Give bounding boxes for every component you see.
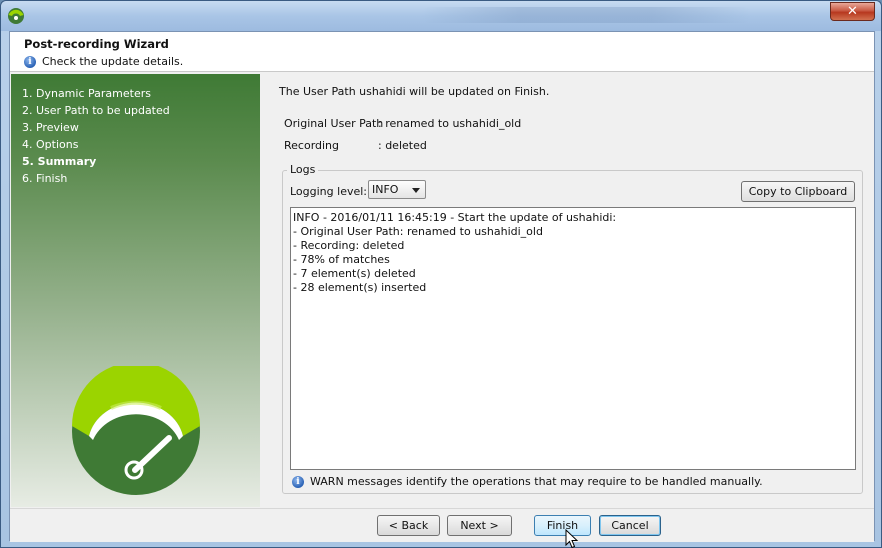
log-line: - 28 element(s) inserted	[293, 281, 427, 294]
header-subtitle: i Check the update details.	[24, 55, 183, 68]
cancel-button[interactable]: Cancel	[599, 515, 661, 536]
log-line: - 78% of matches	[293, 253, 390, 266]
step-dynamic-parameters: 1. Dynamic Parameters	[22, 87, 151, 100]
title-bar-blur	[421, 7, 751, 23]
log-line: - 7 element(s) deleted	[293, 267, 416, 280]
detail-original-user-path: Original User Path : renamed to ushahidi…	[284, 117, 521, 130]
back-button[interactable]: < Back	[377, 515, 440, 536]
detail-key: Original User Path	[284, 117, 384, 130]
log-line: INFO - 2016/01/11 16:45:19 - Start the u…	[293, 211, 617, 224]
summary-intro: The User Path ushahidi will be updated o…	[279, 85, 550, 98]
detail-recording: Recording : deleted	[284, 139, 427, 152]
next-button[interactable]: Next >	[447, 515, 512, 536]
detail-value: : deleted	[378, 139, 427, 152]
page-title: Post-recording Wizard	[24, 37, 169, 51]
close-icon: ✕	[847, 4, 858, 19]
mouse-pointer-icon	[565, 529, 579, 548]
log-line: - Recording: deleted	[293, 239, 405, 252]
logs-legend: Logs	[287, 163, 319, 176]
subtitle-text: Check the update details.	[42, 55, 184, 68]
wizard-header: Post-recording Wizard i Check the update…	[10, 32, 874, 72]
step-finish: 6. Finish	[22, 172, 68, 185]
info-icon: i	[24, 55, 36, 68]
log-text-area[interactable]: INFO - 2016/01/11 16:45:19 - Start the u…	[290, 207, 856, 470]
wizard-footer: < Back Next > Finish Cancel	[10, 508, 874, 542]
logging-level-label: Logging level:	[290, 185, 367, 198]
warn-note: i WARN messages identify the operations …	[292, 475, 763, 488]
chevron-down-icon	[412, 188, 420, 193]
detail-value: : renamed to ushahidi_old	[378, 117, 522, 130]
wizard-client-area: Post-recording Wizard i Check the update…	[9, 31, 875, 542]
step-summary: 5. Summary	[22, 155, 97, 168]
info-icon: i	[292, 475, 304, 488]
app-logo-icon	[8, 8, 24, 24]
steps-sidebar: 1. Dynamic Parameters 2. User Path to be…	[11, 74, 260, 507]
wizard-window: ✕ Post-recording Wizard i Check the upda…	[0, 0, 882, 548]
finish-button[interactable]: Finish	[534, 515, 591, 536]
step-preview: 3. Preview	[22, 121, 79, 134]
close-button[interactable]: ✕	[830, 2, 875, 21]
logging-level-select[interactable]: INFO	[368, 180, 426, 199]
logging-level-value: INFO	[372, 183, 399, 196]
neoload-logo-icon	[72, 366, 200, 495]
log-line: - Original User Path: renamed to ushahid…	[293, 225, 543, 238]
warn-text: WARN messages identify the operations th…	[310, 475, 763, 488]
summary-panel: The User Path ushahidi will be updated o…	[262, 74, 874, 507]
step-user-path: 2. User Path to be updated	[22, 104, 170, 117]
title-bar[interactable]: ✕	[1, 1, 881, 31]
detail-key: Recording	[284, 139, 340, 152]
step-options: 4. Options	[22, 138, 79, 151]
copy-to-clipboard-button[interactable]: Copy to Clipboard	[741, 181, 855, 202]
